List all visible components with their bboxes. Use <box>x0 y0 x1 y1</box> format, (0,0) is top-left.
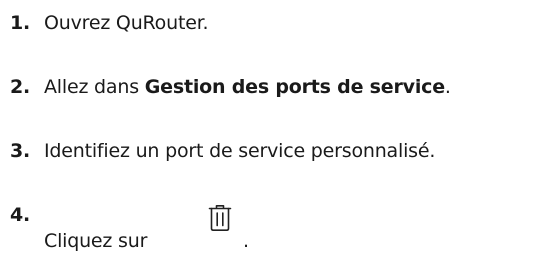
trash-icon <box>195 198 245 238</box>
step-number: 3. <box>10 140 31 162</box>
step-4-suffix: . <box>243 230 250 252</box>
step-4-text: Cliquez sur <box>44 230 148 252</box>
step-text: Identifiez un port de service personnali… <box>44 140 436 162</box>
step-1: 1. Ouvrez QuRouter. <box>10 11 209 35</box>
step-number: 2. <box>10 76 31 98</box>
step-text: Ouvrez QuRouter. <box>44 12 209 34</box>
step-2: 2. Allez dans Gestion des ports de servic… <box>10 75 451 99</box>
step-number: 1. <box>10 12 31 34</box>
step-4: 4. <box>10 203 44 227</box>
step-text-prefix: Allez dans <box>44 76 145 98</box>
step-3: 3. Identifiez un port de service personna… <box>10 139 435 163</box>
step-text-suffix: . <box>444 76 451 98</box>
step-number: 4. <box>10 204 31 226</box>
menu-item-name: Gestion des ports de service <box>144 76 445 98</box>
